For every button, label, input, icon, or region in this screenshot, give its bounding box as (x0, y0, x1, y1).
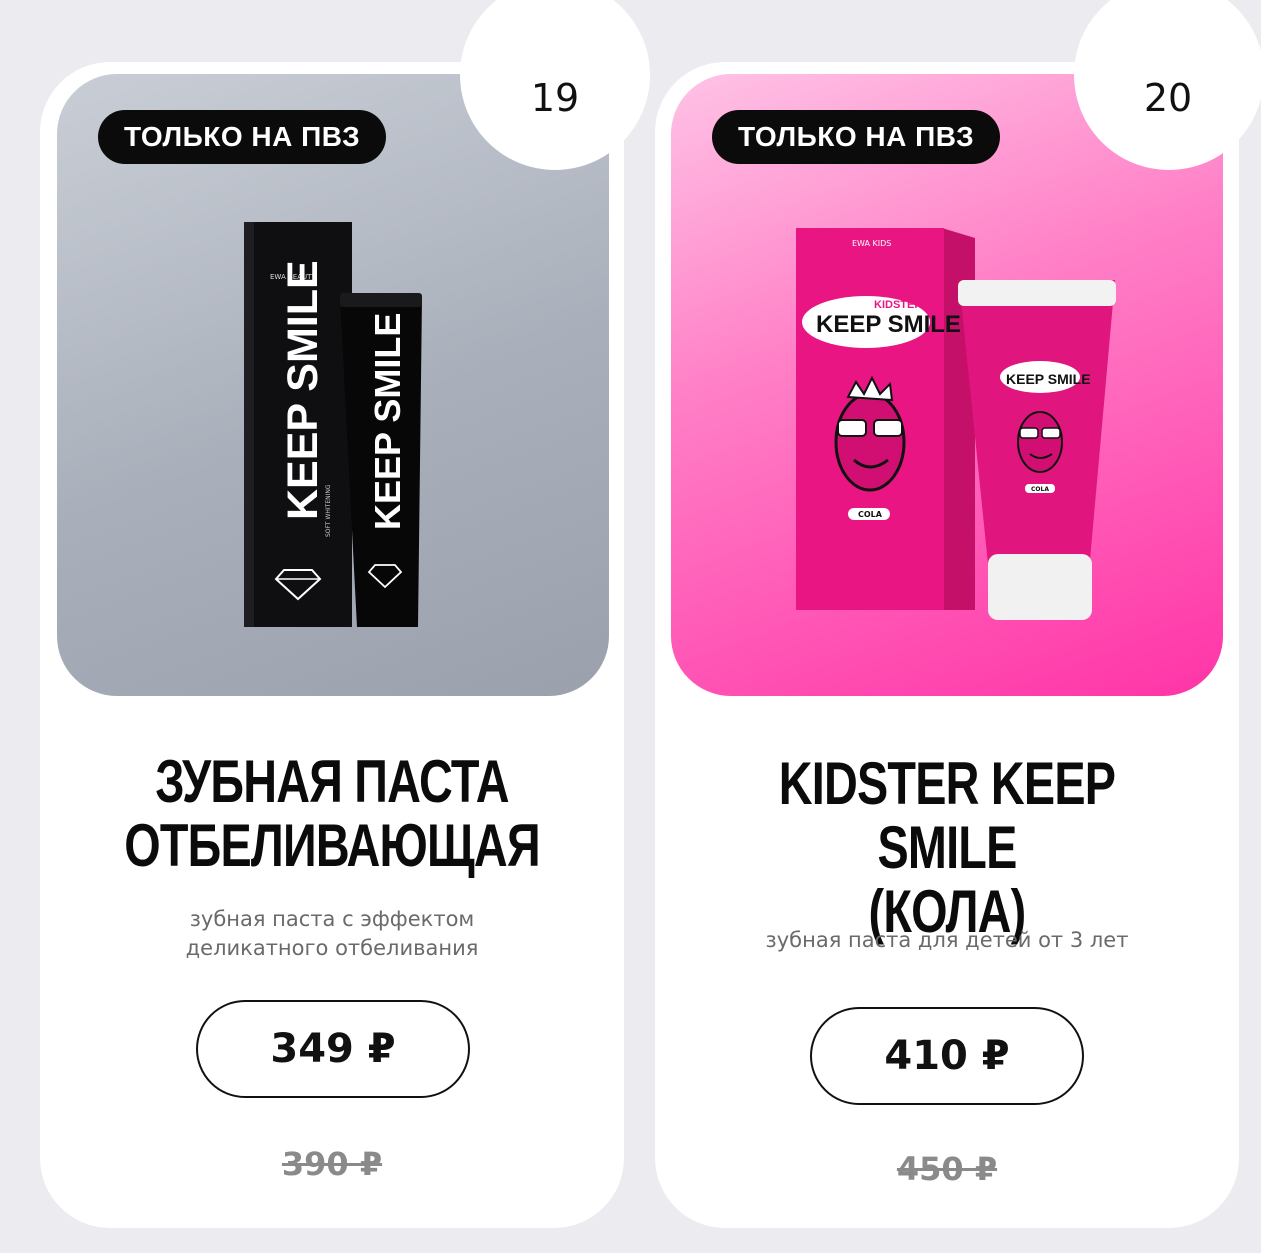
old-price-2: 450 ₽ (896, 1150, 998, 1188)
price-button-1[interactable]: 349 ₽ (196, 1000, 470, 1098)
box-keep-smile-text: KEEP SMILE (279, 260, 327, 520)
product-title-2: KIDSTER KEEP SMILE (КОЛА) (719, 752, 1175, 944)
product-description-1: зубная паста с эффектом деликатного отбе… (40, 905, 624, 963)
pickup-only-tag: ТОЛЬКО НА ПВЗ (98, 110, 387, 164)
product-title-1: ЗУБНАЯ ПАСТА ОТБЕЛИВАЮЩАЯ (104, 750, 560, 878)
brand-label: EWA KIDS (852, 239, 891, 248)
product-description-2: зубная паста для детей от 3 лет (765, 928, 1129, 952)
desc-line-1: зубная паста с эффектом (189, 907, 475, 931)
pickup-only-tag: ТОЛЬКО НА ПВЗ (712, 110, 1001, 164)
price-button-2[interactable]: 410 ₽ (810, 1007, 1084, 1105)
tube-cartoon-face-icon (1017, 411, 1063, 473)
tube-keep-smile-text: KEEP SMILE (367, 313, 408, 530)
title-line-2: ОТБЕЛИВАЮЩАЯ (124, 812, 540, 879)
title-line-1: ЗУБНАЯ ПАСТА (155, 748, 509, 815)
toothpaste-pink-illustration: EWA KIDS KIDSTER KEEP SMILE COLA KEEP SM… (796, 228, 1116, 620)
tube-flavor-label: COLA (1031, 486, 1049, 493)
kidster-label: KIDSTER (874, 299, 922, 311)
box-sub-text: SOFT WHITENING (325, 484, 332, 537)
title-line-1: KIDSTER KEEP SMILE (778, 750, 1116, 881)
card-number-badge: 19 (485, 28, 625, 168)
toothpaste-black-illustration: EWA BEAUTY KEEP SMILE SOFT WHITENING KEE… (244, 222, 422, 627)
desc-line-2: деликатного отбеливания (185, 936, 479, 960)
old-price-1: 390 ₽ (281, 1145, 383, 1183)
flavor-label: COLA (858, 510, 883, 519)
card-number-badge: 20 (1098, 28, 1238, 168)
keep-smile-label: KEEP SMILE (816, 311, 961, 338)
tube-keep-smile-label: KEEP SMILE (1006, 371, 1091, 387)
